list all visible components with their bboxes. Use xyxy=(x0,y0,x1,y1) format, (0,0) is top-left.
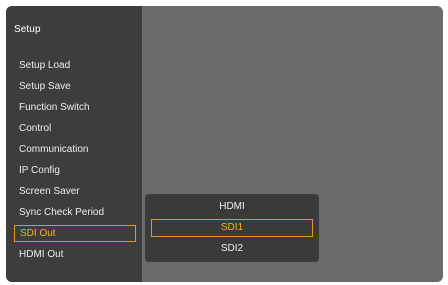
sdi-out-options-popup: HDMI SDI1 SDI2 xyxy=(145,194,319,262)
setup-sidebar: Setup Setup Load Setup Save Function Swi… xyxy=(6,6,142,282)
menu-item-function-switch[interactable]: Function Switch xyxy=(14,99,136,116)
menu-item-sync-check-period[interactable]: Sync Check Period xyxy=(14,204,136,221)
option-hdmi[interactable]: HDMI xyxy=(151,198,313,216)
option-sdi1[interactable]: SDI1 xyxy=(151,219,313,237)
menu-item-control[interactable]: Control xyxy=(14,120,136,137)
menu-item-communication[interactable]: Communication xyxy=(14,141,136,158)
menu-item-ip-config[interactable]: IP Config xyxy=(14,162,136,179)
menu-item-sdi-out[interactable]: SDI Out xyxy=(14,225,136,242)
screen: Setup Setup Load Setup Save Function Swi… xyxy=(0,0,448,285)
option-sdi2[interactable]: SDI2 xyxy=(151,240,313,258)
menu-item-screen-saver[interactable]: Screen Saver xyxy=(14,183,136,200)
menu-item-setup-load[interactable]: Setup Load xyxy=(14,57,136,74)
menu-item-setup-save[interactable]: Setup Save xyxy=(14,78,136,95)
sidebar-title: Setup xyxy=(14,24,41,35)
menu-item-hdmi-out[interactable]: HDMI Out xyxy=(14,246,136,263)
